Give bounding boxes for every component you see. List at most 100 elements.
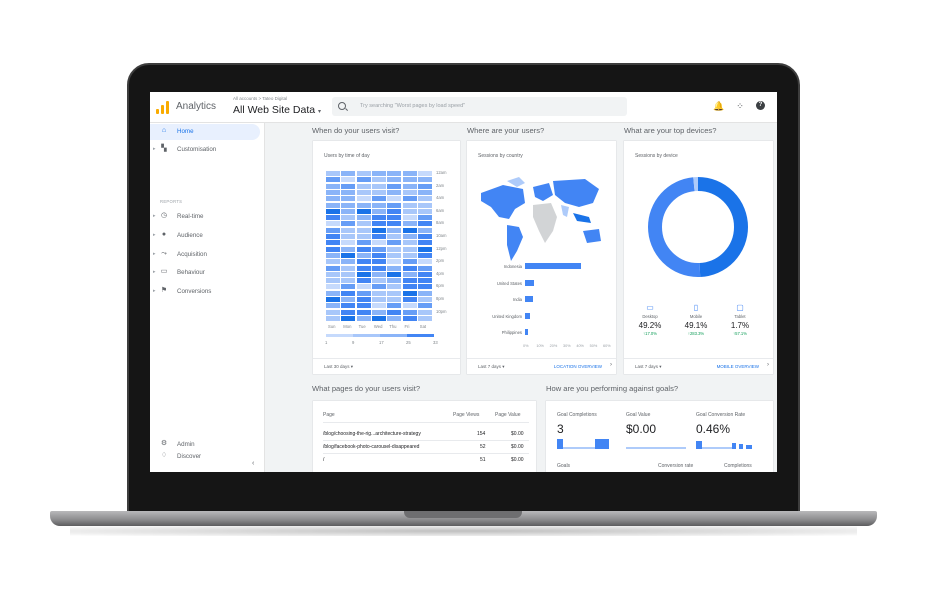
heatmap-cell — [371, 265, 386, 271]
hour-label: 6am — [436, 207, 445, 213]
map-south-america — [507, 225, 523, 261]
heatmap-cell — [356, 183, 371, 189]
country-bar[interactable] — [525, 263, 581, 269]
hour-label: 2am — [436, 182, 445, 188]
account-breadcrumb[interactable]: All accounts > Tateo Digital — [233, 96, 287, 101]
country-bar[interactable] — [525, 296, 533, 302]
country-bar[interactable] — [525, 312, 531, 319]
map-india — [561, 205, 569, 217]
heatmap-cell — [326, 171, 340, 176]
map-greenland — [507, 177, 525, 187]
axis-tick-label: 30% — [563, 344, 571, 348]
help-icon[interactable]: ? — [756, 101, 765, 110]
heatmap-cell — [341, 177, 356, 183]
sidebar-item-home[interactable]: ⌂ Home — [150, 124, 260, 140]
heatmap-cell — [356, 189, 371, 195]
date-range-selector[interactable]: Last 7 days ▾ — [478, 364, 505, 370]
heatmap-cell — [356, 278, 371, 284]
heatmap-cell — [371, 202, 386, 208]
property-selector[interactable]: All Web Site Data ▾ — [233, 104, 321, 116]
page-path[interactable]: / — [323, 457, 324, 463]
heatmap-cell — [387, 177, 402, 183]
legend-swatch — [380, 334, 407, 337]
heatmap-cell — [326, 177, 340, 183]
sparkline-base — [563, 447, 595, 449]
heatmap-cell — [326, 315, 340, 321]
expand-arrow-icon: ▸ — [153, 213, 156, 219]
heatmap-cell — [356, 221, 371, 227]
heatmap-cell — [417, 309, 432, 315]
sidebar-item-label: Customisation — [177, 146, 217, 153]
sidebar-item-conversions[interactable]: ▸ ⚑ Conversions — [150, 284, 264, 300]
heatmap-cell — [417, 303, 432, 309]
chevron-right-icon[interactable]: › — [610, 362, 612, 368]
analytics-logo-icon[interactable] — [156, 101, 169, 114]
heatmap-cell — [341, 196, 356, 202]
device-percentage: 1.7% — [730, 321, 750, 330]
heatmap-cell — [417, 227, 432, 233]
expand-arrow-icon: ▸ — [153, 146, 156, 152]
heatmap-cell — [417, 278, 432, 284]
heatmap-cell — [371, 240, 386, 246]
country-bar[interactable] — [525, 329, 528, 335]
device-tablet: ▢ Tablet 1.7% ↑57.1% — [720, 303, 760, 336]
axis-tick-label: 60% — [603, 344, 611, 348]
person-icon: ● — [161, 231, 167, 238]
axis-tick-label: 40% — [576, 344, 584, 348]
device-label: Desktop — [642, 314, 658, 319]
tablet-icon: ▢ — [736, 303, 744, 312]
heatmap-cell — [387, 183, 402, 189]
page-path[interactable]: /blog/facebook-photo-carousel-disappeare… — [323, 444, 419, 450]
heatmap-cell — [356, 297, 371, 302]
heatmap-cell — [341, 183, 356, 189]
heatmap-cell — [387, 278, 402, 284]
bell-icon[interactable]: 🔔 — [713, 101, 724, 111]
heatmap-cell — [341, 221, 356, 227]
axis-tick-label: 0% — [523, 344, 529, 348]
heatmap-cell — [356, 202, 371, 208]
heatmap-cell — [371, 246, 386, 252]
date-range-selector[interactable]: Last 30 days ▾ — [324, 364, 353, 370]
mobile-overview-link[interactable]: MOBILE OVERVIEW — [717, 364, 759, 369]
hour-label: 8am — [436, 220, 445, 226]
heatmap-cell — [402, 215, 417, 221]
collapse-sidebar-icon[interactable]: ‹ — [252, 460, 254, 467]
sidebar-item-label: Acquisition — [177, 251, 207, 258]
heatmap-cell — [356, 303, 371, 309]
sidebar-item-behaviour[interactable]: ▸ ▭ Behaviour — [150, 265, 264, 281]
sidebar-item-customisation[interactable]: ▸ ▚ Customisation — [150, 142, 264, 158]
heatmap-cell — [326, 189, 340, 195]
day-label: Sun — [328, 324, 336, 330]
search-box[interactable]: Try searching "Worst pages by load speed… — [332, 97, 627, 116]
heatmap-cell — [356, 177, 371, 183]
heatmap-cell — [356, 315, 371, 321]
location-overview-link[interactable]: LOCATION OVERVIEW — [554, 364, 602, 369]
sidebar-item-acquisition[interactable]: ▸ ⤳ Acquisition — [150, 247, 264, 263]
heatmap-cell — [326, 202, 340, 208]
heatmap-cell — [402, 189, 417, 195]
country-bar[interactable] — [525, 279, 535, 286]
heatmap-cell — [356, 240, 371, 246]
divider — [323, 422, 529, 423]
apps-grid-icon[interactable]: ⁘ — [735, 101, 745, 111]
date-range-selector[interactable]: Last 7 days ▾ — [635, 364, 662, 370]
sidebar-item-real-time[interactable]: ▸ ◷ Real-time — [150, 209, 264, 225]
page-path[interactable]: /blog/choosing-the-rig...architecture-st… — [323, 431, 421, 437]
divider — [323, 453, 529, 454]
sidebar-item-audience[interactable]: ▸ ● Audience — [150, 228, 264, 244]
heatmap-cell — [326, 278, 340, 284]
sidebar-item-admin[interactable]: ⚙ Admin — [150, 437, 264, 453]
heatmap-cell — [326, 271, 340, 277]
card-title: Users by time of day — [324, 153, 370, 159]
sidebar-item-label: Real-time — [177, 213, 204, 220]
heatmap-cell — [326, 265, 340, 271]
acquisition-icon: ⤳ — [161, 250, 167, 257]
heatmap-cell — [417, 183, 432, 189]
card-footer: Last 7 days ▾ LOCATION OVERVIEW › — [467, 358, 616, 375]
chevron-right-icon[interactable]: › — [767, 362, 769, 368]
hour-label: 12pm — [436, 245, 447, 251]
sparkline-bar — [739, 444, 743, 449]
heatmap-cell — [341, 240, 356, 246]
heatmap-cell — [402, 284, 417, 290]
country-label: United States — [496, 280, 522, 286]
